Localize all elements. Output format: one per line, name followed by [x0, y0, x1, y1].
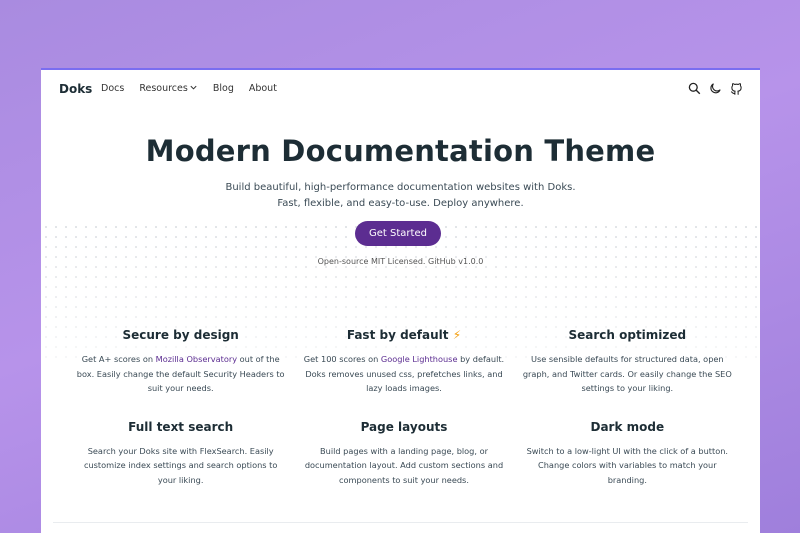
- hero-title: Modern Documentation Theme: [145, 134, 656, 168]
- moon-icon[interactable]: [709, 82, 722, 95]
- feature-text: Get 100 scores on: [303, 354, 381, 364]
- feature-text: Get A+ scores on: [81, 354, 156, 364]
- top-navbar: Doks Docs Resources Blog About: [41, 70, 760, 108]
- feature-fast-by-default: Fast by default ⚡ Get 100 scores on Goog…: [292, 328, 515, 396]
- feature-description: Get 100 scores on Google Lighthouse by d…: [298, 352, 509, 396]
- feature-title: Dark mode: [590, 419, 665, 434]
- feature-secure-by-design: Secure by design Get A+ scores on Mozill…: [69, 328, 292, 396]
- nav-link-resources[interactable]: Resources: [139, 83, 198, 94]
- nav-link-about[interactable]: About: [249, 83, 277, 94]
- feature-description: Search your Doks site with FlexSearch. E…: [83, 445, 278, 485]
- feature-description: Get A+ scores on Mozilla Observatory out…: [75, 352, 286, 396]
- feature-page-layouts: Page layouts Build pages with a landing …: [292, 420, 515, 488]
- mozilla-observatory-link[interactable]: Mozilla Observatory: [156, 354, 237, 364]
- hero-subtitle-line2: Fast, flexible, and easy-to-use. Deploy …: [277, 198, 524, 209]
- nav-link-resources-label: Resources: [139, 83, 188, 94]
- license-text: Open-source MIT Licensed. GitHub v1.0.0: [317, 257, 484, 266]
- nav-icons: [688, 82, 743, 95]
- brand-logo[interactable]: Doks: [59, 82, 92, 96]
- nav-link-docs[interactable]: Docs: [101, 83, 124, 94]
- feature-description: Switch to a low-light UI with the click …: [526, 445, 729, 485]
- feature-title-text: Fast by default: [346, 328, 449, 342]
- feature-description: Use sensible defaults for structured dat…: [522, 354, 732, 393]
- get-started-button[interactable]: Get Started: [355, 221, 441, 246]
- github-icon[interactable]: [730, 82, 743, 95]
- feature-title: Page layouts: [360, 419, 448, 434]
- nav-links: Docs Resources Blog About: [101, 83, 277, 94]
- hero-subtitle-line1: Build beautiful, high-performance docume…: [225, 182, 576, 193]
- feature-title: Full text search: [128, 419, 234, 434]
- features-grid: Secure by design Get A+ scores on Mozill…: [69, 328, 739, 487]
- feature-dark-mode: Dark mode Switch to a low-light UI with …: [516, 420, 739, 488]
- search-icon[interactable]: [688, 82, 701, 95]
- feature-search-optimized: Search optimized Use sensible defaults f…: [516, 328, 739, 396]
- google-lighthouse-link[interactable]: Google Lighthouse: [381, 354, 458, 364]
- feature-title: Secure by design: [122, 328, 239, 342]
- nav-link-blog[interactable]: Blog: [213, 83, 234, 94]
- feature-full-text-search: Full text search Search your Doks site w…: [69, 420, 292, 488]
- browser-frame: Doks Docs Resources Blog About Modern Do…: [41, 68, 760, 533]
- lightning-bolt-icon: ⚡: [452, 328, 462, 342]
- feature-title: Search optimized: [568, 328, 687, 342]
- feature-description: Build pages with a landing page, blog, o…: [304, 445, 504, 485]
- section-divider: [53, 522, 748, 523]
- chevron-down-icon: [190, 85, 197, 90]
- feature-title: Fast by default ⚡: [298, 328, 509, 342]
